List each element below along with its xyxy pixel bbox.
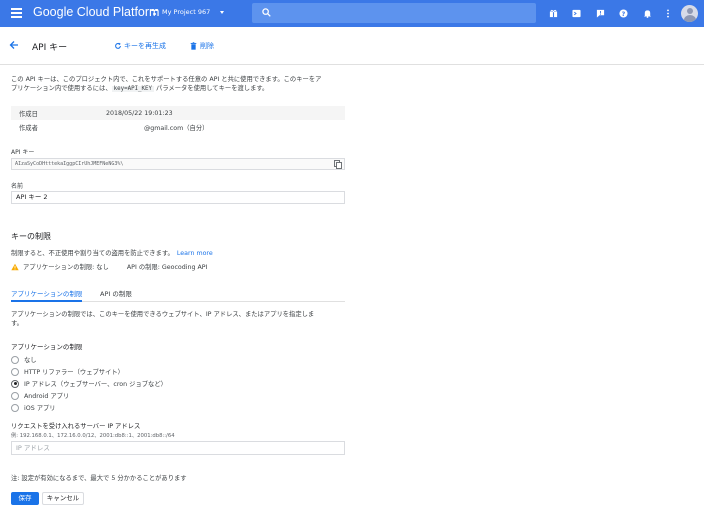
description-line-1: この API キーは、このプロジェクト内で、これをサポートする任意の API と… [11, 76, 322, 83]
radio-label: Android アプリ [24, 393, 70, 400]
tab-application-restrictions[interactable]: アプリケーションの制限 [11, 288, 83, 302]
api-key-value: AIzaSyCoDHtttekaIggpCIrUhJMEFNeNG3%\ [15, 161, 124, 167]
save-button[interactable]: 保存 [11, 492, 39, 505]
description-line-2: プリケーション内で使用するには、 key=API_KEY パラメータを使用してキー… [11, 84, 351, 94]
api-key-description: この API キーは、このプロジェクト内で、これをサポートする任意の API と… [11, 75, 351, 94]
created-row: 作成日 2018/05/22 19:01:23 [11, 106, 345, 120]
svg-text:?: ? [622, 11, 626, 18]
copy-icon[interactable] [334, 160, 342, 169]
creator-label: 作成者 [19, 124, 38, 132]
api-key-field[interactable]: AIzaSyCoDHtttekaIggpCIrUhJMEFNeNG3%\ [11, 158, 345, 170]
name-input[interactable]: API キー 2 [11, 191, 345, 204]
search-bar[interactable] [252, 3, 536, 23]
radio-button[interactable] [11, 355, 19, 364]
key-restrictions-title: キーの制限 [11, 232, 51, 241]
app-restriction-status: アプリケーションの制限: なし [23, 264, 109, 271]
delete-label: 削除 [200, 42, 214, 50]
top-app-bar: Google Cloud Platform My Project 967 ? [0, 0, 704, 27]
description-code: key=API_KEY [111, 86, 155, 92]
avatar[interactable] [681, 5, 698, 22]
chevron-down-icon [220, 10, 225, 14]
warning-icon [11, 263, 19, 270]
restrictions-desc-text: 制限すると、不正使用や割り当ての盗用を防止できます。 [11, 250, 174, 257]
page-header: API キー キーを再生成 削除 [0, 27, 704, 65]
project-name: My Project 967 [162, 8, 211, 16]
creator-row: 作成者 @gmail.com（自分） [11, 120, 345, 134]
description-text: プリケーション内で使用するには、 [11, 85, 112, 92]
radio-label: iOS アプリ [24, 405, 56, 412]
ip-addresses-title: リクエストを受け入れるサーバー IP アドレス [11, 423, 141, 430]
radio-button[interactable] [11, 367, 19, 376]
application-restriction-title: アプリケーションの制限 [11, 343, 83, 351]
learn-more-link[interactable]: Learn more [177, 250, 213, 257]
api-restriction-status: API の制限: Geocoding API [126, 264, 208, 271]
ip-addresses-example: 例: 192.168.0.1、172.16.0.0/12、2001:db8::1… [11, 433, 175, 439]
restriction-tabs: アプリケーションの制限 API の制限 [11, 286, 345, 302]
regenerate-key-label: キーを再生成 [124, 42, 166, 50]
trash-icon [190, 42, 197, 50]
app-desc-line-2: す。 [11, 320, 23, 327]
radio-button[interactable] [11, 391, 19, 400]
more-vert-icon[interactable] [666, 9, 670, 18]
bell-icon[interactable] [643, 9, 652, 18]
ip-address-input[interactable]: IP アドレス [11, 441, 345, 455]
radio-label: HTTP リファラー（ウェブサイト） [24, 369, 124, 376]
hamburger-menu-icon[interactable] [11, 8, 22, 18]
creator-value: @gmail.com（自分） [144, 124, 209, 132]
key-info-table: 作成日 2018/05/22 19:01:23 作成者 @gmail.com（自… [11, 106, 345, 134]
radio-option-android[interactable]: Android アプリ [11, 391, 69, 400]
app-desc-line-1: アプリケーションの制限では、このキーを使用できるウェブサイト、IP アドレス、ま… [11, 311, 315, 318]
created-label: 作成日 [19, 110, 38, 118]
radio-button-checked[interactable] [11, 379, 19, 388]
project-icon [151, 8, 158, 16]
help-icon[interactable]: ? [619, 9, 628, 18]
search-icon [262, 8, 271, 17]
alert-icon[interactable] [596, 9, 605, 18]
restriction-status: アプリケーションの制限: なし API の制限: Geocoding API [11, 262, 207, 271]
cancel-button[interactable]: キャンセル [42, 492, 84, 505]
page-title: API キー [32, 43, 68, 53]
name-label: 名前 [11, 183, 24, 190]
radio-option-none[interactable]: なし [11, 355, 37, 364]
radio-option-ios[interactable]: iOS アプリ [11, 403, 56, 412]
radio-option-ip-address[interactable]: IP アドレス（ウェブサーバー、cron ジョブなど） [11, 379, 167, 388]
tab-api-restrictions[interactable]: API の制限 [100, 288, 132, 302]
regenerate-key-button[interactable]: キーを再生成 [114, 41, 166, 51]
propagation-note: 注: 設定が有効になるまで、最大で 5 分かかることがあります [11, 475, 187, 482]
api-key-label: API キー [11, 149, 35, 156]
created-value: 2018/05/22 19:01:23 [106, 109, 173, 117]
radio-label: IP アドレス（ウェブサーバー、cron ジョブなど） [24, 381, 167, 388]
terminal-icon[interactable] [572, 9, 581, 18]
radio-label: なし [24, 357, 37, 364]
brand-title[interactable]: Google Cloud Platform [33, 5, 159, 19]
refresh-icon [115, 42, 121, 49]
restrictions-description: 制限すると、不正使用や割り当ての盗用を防止できます。 Learn more [11, 248, 213, 257]
description-text-after: パラメータを使用してキーを渡します。 [154, 85, 269, 92]
radio-button[interactable] [11, 403, 19, 412]
application-restriction-description: アプリケーションの制限では、このキーを使用できるウェブサイト、IP アドレス、ま… [11, 310, 351, 328]
radio-option-http-referrer[interactable]: HTTP リファラー（ウェブサイト） [11, 367, 124, 376]
delete-button[interactable]: 削除 [190, 41, 214, 51]
back-arrow-icon[interactable] [8, 39, 20, 51]
project-selector[interactable]: My Project 967 [151, 8, 225, 16]
gift-icon[interactable] [549, 9, 558, 18]
